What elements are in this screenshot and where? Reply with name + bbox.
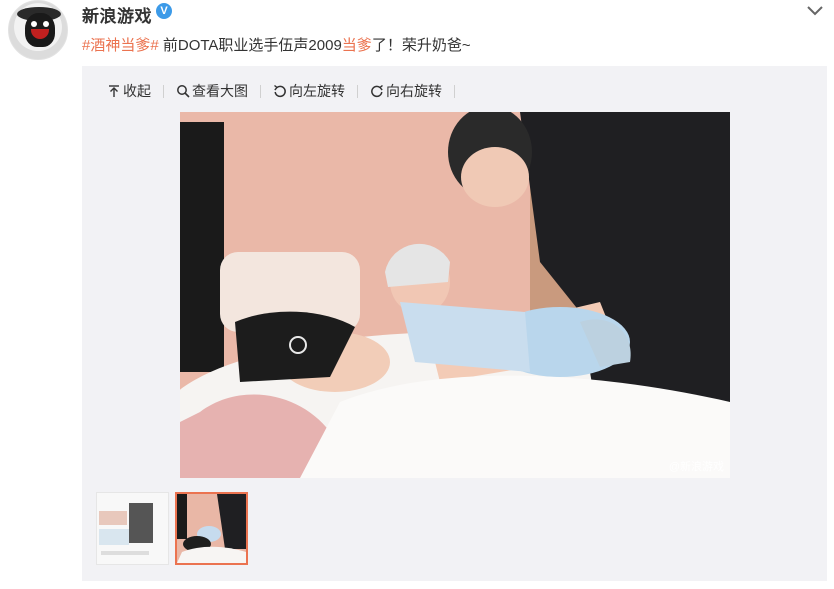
post-text-mid: 前DOTA职业选手伍声2009 bbox=[158, 37, 342, 54]
view-large-label: 查看大图 bbox=[192, 83, 248, 99]
collapse-label: 收起 bbox=[123, 83, 151, 99]
watermark: @新浪游戏 bbox=[668, 461, 724, 473]
media-toolbar: 收起 查看大图 向左旋转 向右旋转 bbox=[107, 81, 455, 101]
thumbnail-1[interactable] bbox=[96, 492, 169, 565]
thumbnail-2[interactable] bbox=[175, 492, 248, 565]
highlight-word: 当爹 bbox=[341, 37, 372, 54]
collapse-button[interactable]: 收起 bbox=[107, 81, 163, 101]
media-panel: 收起 查看大图 向左旋转 向右旋转 @新浪游戏 bbox=[82, 66, 827, 581]
photo-illustration bbox=[180, 112, 730, 478]
rotate-left-button[interactable]: 向左旋转 bbox=[261, 81, 357, 101]
avatar-eye bbox=[43, 21, 49, 27]
main-photo[interactable]: @新浪游戏 bbox=[180, 112, 730, 478]
topic-link[interactable]: #酒神当爹# bbox=[82, 37, 159, 54]
collapse-icon bbox=[109, 85, 119, 97]
rotate-right-icon bbox=[371, 84, 383, 98]
thumbnail-1-image bbox=[97, 493, 168, 564]
post-text: #酒神当爹# 前DOTA职业选手伍声2009当爹了！荣升奶爸~ bbox=[82, 34, 471, 55]
rotate-right-label: 向右旋转 bbox=[386, 83, 442, 99]
avatar[interactable] bbox=[8, 0, 68, 60]
chevron-down-icon[interactable] bbox=[806, 4, 824, 18]
rotate-right-button[interactable]: 向右旋转 bbox=[358, 81, 454, 101]
rotate-left-label: 向左旋转 bbox=[289, 83, 345, 99]
verified-badge-icon: V bbox=[156, 3, 172, 19]
search-icon bbox=[177, 85, 190, 98]
rotate-left-icon bbox=[274, 84, 286, 98]
avatar-eye bbox=[31, 21, 37, 27]
toolbar-divider bbox=[454, 84, 455, 98]
view-large-button[interactable]: 查看大图 bbox=[164, 81, 260, 101]
username[interactable]: 新浪游戏 bbox=[82, 2, 152, 27]
post-text-tail: 了！荣升奶爸~ bbox=[371, 37, 471, 54]
thumbnail-2-image bbox=[177, 494, 246, 563]
